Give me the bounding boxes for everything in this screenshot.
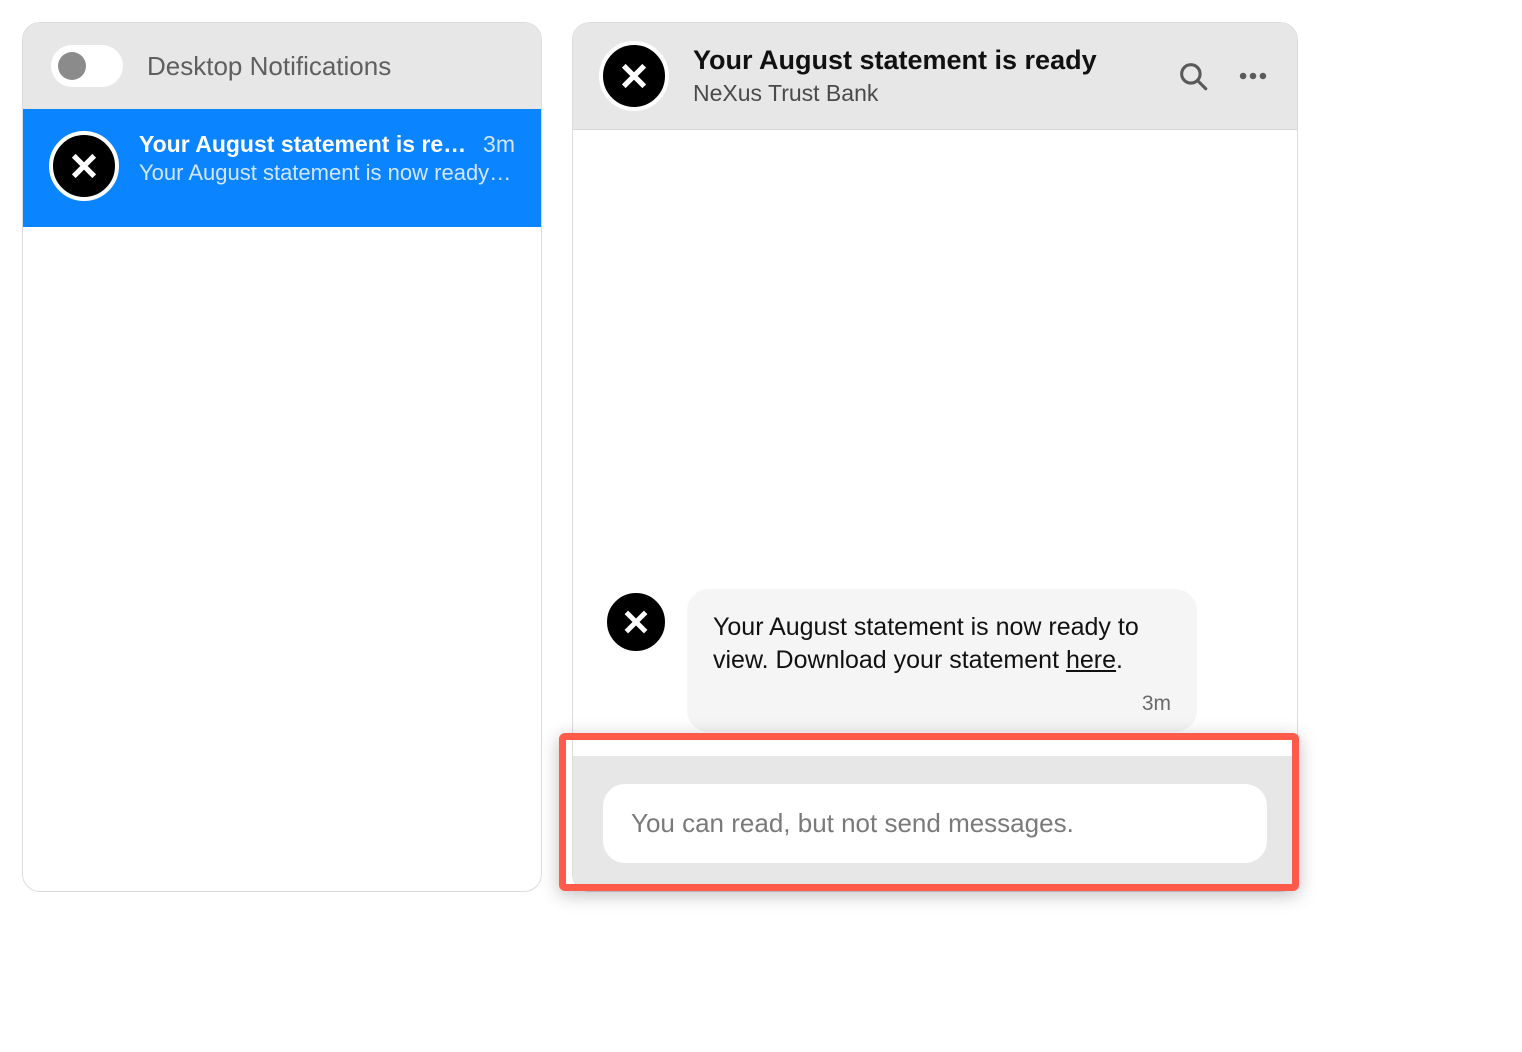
main-sender-avatar xyxy=(599,41,669,111)
message-input-readonly: You can read, but not send messages. xyxy=(603,784,1267,863)
conversation-title: Your August statement is ready xyxy=(139,131,471,158)
download-link[interactable]: here xyxy=(1066,646,1116,674)
message-row: Your August statement is now ready to vi… xyxy=(603,589,1267,733)
desktop-notifications-label: Desktop Notifications xyxy=(147,51,391,82)
main-subtitle: NeXus Trust Bank xyxy=(693,80,1151,107)
main-title: Your August statement is ready xyxy=(693,45,1151,76)
conversation-preview: Your August statement is now ready … xyxy=(139,160,515,186)
main-header: Your August statement is ready NeXus Tru… xyxy=(573,23,1297,130)
main-header-text: Your August statement is ready NeXus Tru… xyxy=(693,45,1151,107)
input-area: You can read, but not send messages. xyxy=(573,756,1297,891)
search-icon xyxy=(1176,59,1210,93)
message-avatar xyxy=(603,589,669,655)
more-horizontal-icon xyxy=(1236,59,1270,93)
message-bubble: Your August statement is now ready to vi… xyxy=(687,589,1197,733)
message-text: Your August statement is now ready to vi… xyxy=(713,611,1171,679)
conversation-title-row: Your August statement is ready 3m xyxy=(139,131,515,158)
x-icon xyxy=(66,148,102,184)
sidebar-header: Desktop Notifications xyxy=(23,23,541,109)
x-icon xyxy=(619,605,653,639)
x-icon xyxy=(616,58,652,94)
message-time: 3m xyxy=(713,692,1171,716)
message-text-after: . xyxy=(1116,646,1123,674)
desktop-notifications-toggle[interactable] xyxy=(51,45,123,87)
conversation-time: 3m xyxy=(483,131,515,158)
toggle-knob xyxy=(58,52,86,80)
sidebar: Desktop Notifications Your August statem… xyxy=(22,22,542,892)
conversation-item[interactable]: Your August statement is ready 3m Your A… xyxy=(23,109,541,227)
messages-area: Your August statement is now ready to vi… xyxy=(573,130,1297,756)
main-panel: Your August statement is ready NeXus Tru… xyxy=(572,22,1298,892)
search-button[interactable] xyxy=(1175,58,1211,94)
conversation-text: Your August statement is ready 3m Your A… xyxy=(139,131,515,186)
sender-avatar xyxy=(49,131,119,201)
more-button[interactable] xyxy=(1235,58,1271,94)
